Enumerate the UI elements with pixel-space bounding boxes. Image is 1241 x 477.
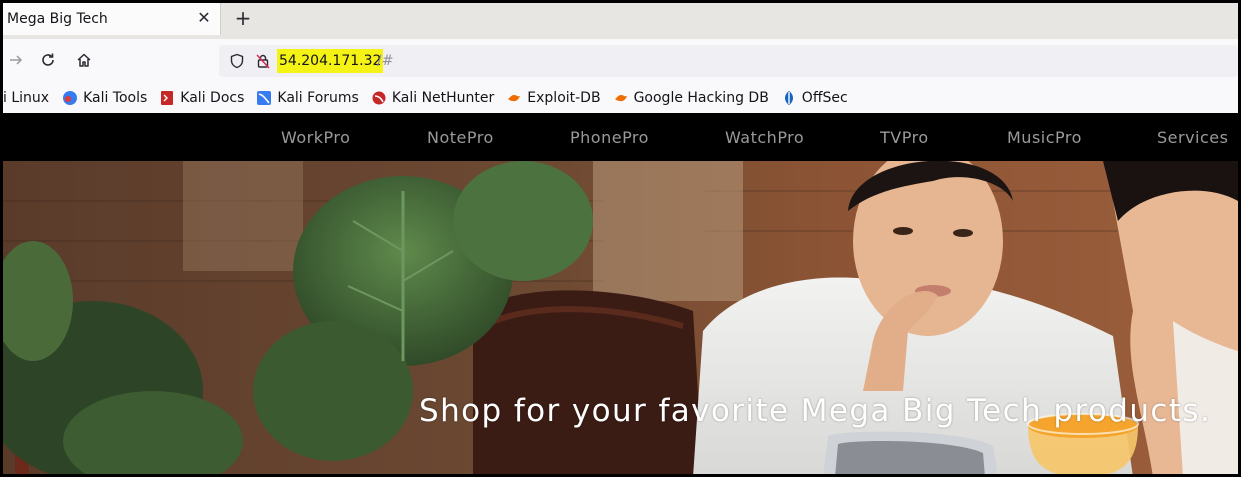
hero-banner: Shop for your favorite Mega Big Tech pro… <box>3 161 1238 474</box>
bookmark-kali-nethunter[interactable]: Kali NetHunter <box>371 90 494 106</box>
offsec-icon <box>781 90 797 106</box>
home-icon[interactable] <box>73 49 95 71</box>
url-host: 54.204.171.32 <box>279 53 382 69</box>
url-bar[interactable]: 54.204.171.32 /# <box>219 45 1238 77</box>
bookmark-label: Google Hacking DB <box>633 90 769 106</box>
bookmark-label: Kali Forums <box>277 90 359 106</box>
bookmark-label: i Linux <box>3 90 50 106</box>
bookmark-label: Kali NetHunter <box>391 90 495 106</box>
bookmark-google-hacking-db[interactable]: Google Hacking DB <box>613 90 769 106</box>
bookmark-kali-linux[interactable]: i Linux <box>3 90 49 106</box>
kali-tools-icon <box>62 90 78 106</box>
bookmark-label: OffSec <box>801 90 848 106</box>
nav-link-notepro[interactable]: NotePro <box>427 128 494 147</box>
hero-image <box>3 161 1238 474</box>
bookmark-kali-forums[interactable]: Kali Forums <box>256 90 359 106</box>
kali-docs-icon <box>159 90 175 106</box>
browser-window: Mega Big Tech ✕ + 54.204.171.32 /# i Lin… <box>0 0 1241 477</box>
bookmark-kali-docs[interactable]: Kali Docs <box>159 90 244 106</box>
bookmark-label: Kali Tools <box>83 90 148 106</box>
reload-icon[interactable] <box>37 49 59 71</box>
insecure-lock-icon[interactable] <box>255 53 271 69</box>
bookmarks-toolbar: i Linux Kali Tools Kali Docs Kali Forums… <box>3 83 1238 113</box>
arrow-right-icon[interactable] <box>5 49 27 71</box>
bookmark-kali-tools[interactable]: Kali Tools <box>62 90 147 106</box>
tab-strip: Mega Big Tech ✕ + <box>3 3 1238 39</box>
nav-link-watchpro[interactable]: WatchPro <box>725 128 804 147</box>
bookmark-label: Exploit-DB <box>527 90 601 106</box>
close-icon[interactable]: ✕ <box>196 9 212 27</box>
navigation-toolbar: 54.204.171.32 /# <box>3 39 1238 83</box>
url-host-highlight: 54.204.171.32 <box>277 49 384 73</box>
kali-nethunter-icon <box>371 90 387 106</box>
ghdb-icon <box>613 90 629 106</box>
hero-tagline: Shop for your favorite Mega Big Tech pro… <box>419 393 1212 429</box>
bookmark-offsec[interactable]: OffSec <box>781 90 848 106</box>
bookmark-exploit-db[interactable]: Exploit-DB <box>506 90 601 106</box>
nav-link-services[interactable]: Services <box>1157 128 1228 147</box>
tab-mega-big-tech[interactable]: Mega Big Tech ✕ <box>3 3 221 35</box>
plus-icon[interactable]: + <box>231 7 255 31</box>
kali-forums-icon <box>256 90 272 106</box>
tab-title: Mega Big Tech <box>7 11 108 27</box>
nav-link-musicpro[interactable]: MusicPro <box>1007 128 1082 147</box>
nav-link-tvpro[interactable]: TVPro <box>880 128 929 147</box>
nav-link-workpro[interactable]: WorkPro <box>281 128 350 147</box>
url-path: /# <box>377 53 394 69</box>
shield-icon[interactable] <box>229 53 245 69</box>
bookmark-label: Kali Docs <box>180 90 245 106</box>
exploit-db-icon <box>506 90 522 106</box>
nav-link-phonepro[interactable]: PhonePro <box>570 128 649 147</box>
site-navigation: WorkPro NotePro PhonePro WatchPro TVPro … <box>3 113 1238 161</box>
